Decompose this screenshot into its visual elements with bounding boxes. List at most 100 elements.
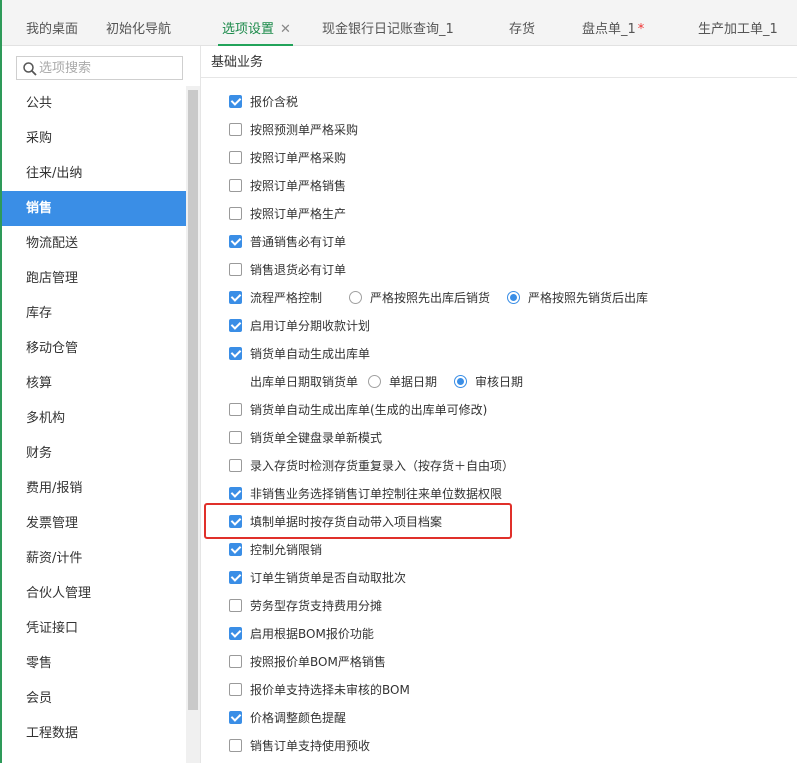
tab-label: 现金银行日记账查询_1: [322, 22, 454, 37]
radio-button[interactable]: [454, 375, 467, 388]
checkbox[interactable]: [229, 207, 242, 220]
sidebar-item-invoice[interactable]: 发票管理: [2, 506, 186, 541]
option-label: 非销售业务选择销售订单控制往来单位数据权限: [250, 487, 503, 501]
option-label: 销售订单支持使用预收: [250, 739, 371, 753]
sidebar-item-multi-org[interactable]: 多机构: [2, 401, 186, 436]
tab-label: 存货: [509, 22, 536, 37]
checkbox[interactable]: [229, 627, 242, 640]
radio-label: 严格按照先销货后出库: [528, 291, 649, 305]
sidebar-item-payroll[interactable]: 薪资/计件: [2, 541, 186, 576]
sidebar-item-logistics[interactable]: 物流配送: [2, 226, 186, 261]
option-label: 按照订单严格采购: [250, 151, 347, 165]
checkbox[interactable]: [229, 599, 242, 612]
close-icon[interactable]: ✕: [280, 22, 291, 37]
checkbox[interactable]: [229, 543, 242, 556]
tab-label: 我的桌面: [26, 22, 79, 37]
option-search-box[interactable]: [16, 56, 183, 80]
checkbox[interactable]: [229, 263, 242, 276]
checkbox[interactable]: [229, 179, 242, 192]
option-label: 按照预测单严格采购: [250, 123, 359, 137]
sidebar-item-finance[interactable]: 财务: [2, 436, 186, 471]
tab-label: 生产加工单_1: [698, 22, 778, 37]
checkbox[interactable]: [229, 711, 242, 724]
sidebar-item-sales[interactable]: 销售: [2, 191, 186, 226]
sidebar-item-partner[interactable]: 合伙人管理: [2, 576, 186, 611]
checkbox[interactable]: [229, 95, 242, 108]
tab-production-order[interactable]: 生产加工单_1: [698, 0, 778, 46]
option-label: 按照报价单BOM严格销售: [250, 655, 386, 669]
sidebar: 公共 采购 往来/出纳 销售 物流配送 跑店管理 库存 移动仓管 核算 多机构 …: [2, 46, 201, 763]
section-title: 基础业务: [201, 46, 797, 78]
sidebar-item-member[interactable]: 会员: [2, 681, 186, 716]
checkbox[interactable]: [229, 655, 242, 668]
checkbox[interactable]: [229, 487, 242, 500]
options-panel: 基础业务 报价含税 按照预测单严格采购 按照订单严格采购 按照订单严格销售 按照…: [201, 46, 797, 763]
checkbox[interactable]: [229, 739, 242, 752]
sidebar-item-inventory[interactable]: 库存: [2, 296, 186, 331]
checkbox[interactable]: [229, 235, 242, 248]
option-label: 销货单自动生成出库单(生成的出库单可修改): [250, 403, 488, 417]
sidebar-item-voucher-interface[interactable]: 凭证接口: [2, 611, 186, 646]
sidebar-item-public[interactable]: 公共: [2, 86, 186, 121]
tab-label: 初始化导航: [106, 22, 172, 37]
tab-cash-bank-journal[interactable]: 现金银行日记账查询_1: [322, 0, 454, 46]
radio-label: 严格按照先出库后销货: [370, 291, 491, 305]
option-label: 按照订单严格生产: [250, 207, 347, 221]
checkbox[interactable]: [229, 459, 242, 472]
option-label: 订单生销货单是否自动取批次: [250, 571, 407, 585]
checkbox[interactable]: [229, 151, 242, 164]
option-label: 按照订单严格销售: [250, 179, 347, 193]
option-label: 劳务型存货支持费用分摊: [250, 599, 383, 613]
search-icon: [23, 62, 37, 76]
tab-init-nav[interactable]: 初始化导航: [106, 0, 171, 46]
sidebar-item-receivables-cashier[interactable]: 往来/出纳: [2, 156, 186, 191]
tab-label: 盘点单_1: [582, 22, 636, 37]
search-input[interactable]: [39, 57, 179, 79]
unsaved-mark: *: [637, 22, 645, 37]
option-label: 普通销售必有订单: [250, 235, 347, 249]
sidebar-item-retail[interactable]: 零售: [2, 646, 186, 681]
checkbox[interactable]: [229, 515, 242, 528]
tab-inventory[interactable]: 存货: [509, 0, 535, 46]
option-label: 流程严格控制: [250, 291, 323, 305]
option-label: 填制单据时按存货自动带入项目档案: [250, 515, 443, 529]
option-outbound-date-source: 出库单日期取销货单 单据日期 审核日期: [250, 372, 523, 392]
option-label: 启用根据BOM报价功能: [250, 627, 374, 641]
sidebar-scrollbar[interactable]: [186, 86, 200, 763]
radio-label: 单据日期: [389, 375, 438, 389]
checkbox[interactable]: [229, 319, 242, 332]
checkbox[interactable]: [229, 123, 242, 136]
tab-my-desktop[interactable]: 我的桌面: [26, 0, 78, 46]
tab-stocktake[interactable]: 盘点单_1 *: [582, 0, 644, 46]
sidebar-item-expense[interactable]: 费用/报销: [2, 471, 186, 506]
radio-button[interactable]: [368, 375, 381, 388]
option-label: 销货单全键盘录单新模式: [250, 431, 383, 445]
checkbox[interactable]: [229, 403, 242, 416]
sidebar-item-engineering-data[interactable]: 工程数据: [2, 716, 186, 751]
sidebar-item-costing[interactable]: 核算: [2, 366, 186, 401]
section-title-text: 基础业务: [211, 55, 264, 70]
sidebar-item-mobile-warehouse[interactable]: 移动仓管: [2, 331, 186, 366]
checkbox[interactable]: [229, 683, 242, 696]
option-label: 启用订单分期收款计划: [250, 319, 371, 333]
sidebar-item-store-visits[interactable]: 跑店管理: [2, 261, 186, 296]
scrollbar-thumb[interactable]: [188, 90, 198, 710]
option-label: 录入存货时检测存货重复录入（按存货＋自由项）: [250, 459, 515, 473]
checkbox[interactable]: [229, 431, 242, 444]
tab-option-settings[interactable]: 选项设置 ✕: [218, 0, 293, 46]
tab-label: 选项设置: [222, 22, 275, 37]
checkbox[interactable]: [229, 347, 242, 360]
option-label: 报价含税: [250, 95, 299, 109]
option-label: 销货单自动生成出库单: [250, 347, 371, 361]
radio-button[interactable]: [349, 291, 362, 304]
tab-bar: 我的桌面 初始化导航 选项设置 ✕ 现金银行日记账查询_1 存货 盘点单_1 * 生…: [2, 0, 797, 46]
checkbox[interactable]: [229, 291, 242, 304]
sidebar-item-purchase[interactable]: 采购: [2, 121, 186, 156]
radio-button[interactable]: [507, 291, 520, 304]
option-label: 报价单支持选择未审核的BOM: [250, 683, 410, 697]
checkbox[interactable]: [229, 571, 242, 584]
radio-label: 审核日期: [475, 375, 524, 389]
option-label: 价格调整颜色提醒: [250, 711, 347, 725]
option-label: 控制允销限销: [250, 543, 323, 557]
option-label: 出库单日期取销货单: [250, 375, 359, 389]
